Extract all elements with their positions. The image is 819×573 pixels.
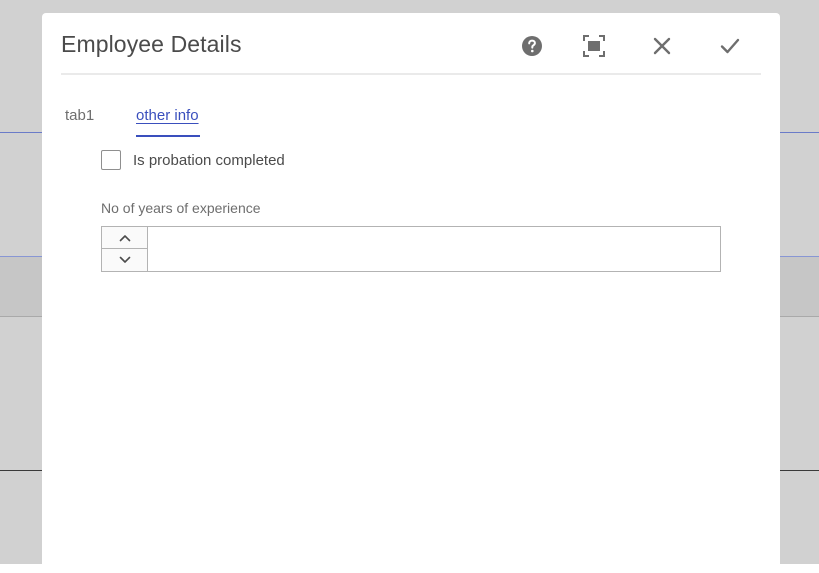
fullscreen-icon (583, 35, 605, 57)
checkmark-icon (720, 37, 740, 55)
help-button[interactable] (519, 33, 545, 59)
active-tab-indicator (136, 135, 200, 137)
close-icon (653, 37, 671, 55)
tab-other-info[interactable]: other info (136, 107, 199, 124)
tab-tab1[interactable]: tab1 (65, 107, 94, 124)
experience-number-field (101, 226, 721, 272)
experience-field-label: No of years of experience (101, 200, 261, 216)
decrement-button[interactable] (102, 249, 147, 271)
experience-input[interactable] (149, 227, 719, 271)
employee-details-dialog: Employee Details tab1 other info Is prob… (42, 13, 780, 573)
help-icon (521, 35, 543, 57)
probation-checkbox[interactable] (101, 150, 121, 170)
probation-checkbox-row: Is probation completed (101, 150, 285, 170)
probation-checkbox-label[interactable]: Is probation completed (133, 152, 285, 169)
chevron-down-icon (119, 251, 131, 269)
increment-button[interactable] (102, 227, 147, 249)
fullscreen-button[interactable] (581, 33, 607, 59)
number-stepper (102, 227, 148, 271)
chevron-up-icon (119, 229, 131, 247)
header-divider (61, 73, 761, 75)
done-button[interactable] (717, 33, 743, 59)
dialog-title: Employee Details (61, 31, 242, 57)
close-button[interactable] (649, 33, 675, 59)
